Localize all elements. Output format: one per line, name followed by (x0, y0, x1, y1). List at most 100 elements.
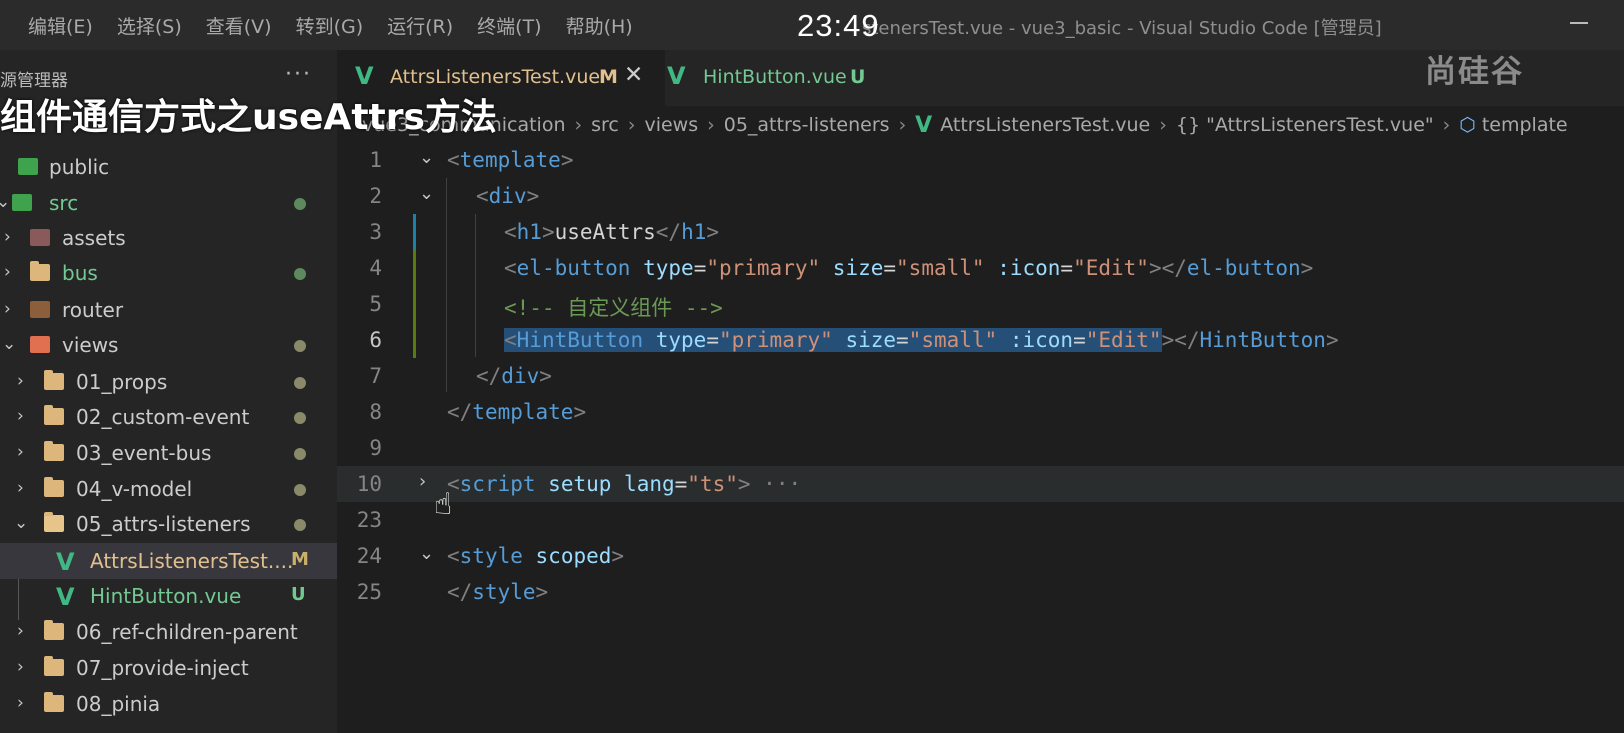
token: setup (548, 472, 612, 496)
tree-item-label: 02_custom-event (76, 405, 250, 429)
tree-item-07-provide-inject[interactable]: › 07_provide-inject (0, 650, 337, 686)
token: < (447, 148, 460, 172)
tree-item-public[interactable]: public (0, 149, 337, 185)
breadcrumb-src[interactable]: src (591, 114, 619, 136)
cube-icon: ⬡ (1459, 114, 1476, 136)
git-status-dot (294, 340, 306, 352)
chevron-down-icon[interactable]: ⌄ (419, 147, 434, 168)
chevron-down-icon: ⌄ (0, 192, 11, 212)
chevron-right-icon: › (4, 227, 11, 247)
token: > (535, 580, 549, 604)
tree-item-01-props[interactable]: › 01_props (0, 364, 337, 400)
token: > (560, 148, 574, 172)
code-line: 2 ⌄ <div> (337, 178, 1624, 214)
token: HintButton (1199, 328, 1326, 352)
line-number: 8 (369, 400, 382, 424)
chevron-right-icon: › (898, 114, 907, 136)
breadcrumb-symbol[interactable]: {} "AttrsListenersTest.vue" (1176, 114, 1434, 136)
chevron-down-icon[interactable]: ⌄ (419, 183, 434, 204)
tree-item-label: AttrsListenersTest.... (90, 549, 294, 573)
token: </ (447, 580, 473, 604)
folder-icon (44, 441, 64, 461)
menu-go[interactable]: 转到(G) (296, 12, 364, 39)
code-line: 1 ⌄ <template> (337, 142, 1624, 178)
tree-item-08-pinia[interactable]: › 08_pinia (0, 686, 337, 722)
tree-item-label: views (62, 333, 119, 357)
menu-edit[interactable]: 编辑(E) (28, 12, 93, 39)
token: "ts" (687, 472, 738, 496)
vue-file-icon: V (667, 62, 686, 90)
folder-assets-icon (30, 229, 50, 246)
tab-label: HintButton.vue (703, 66, 847, 88)
token: = (693, 256, 707, 280)
folded-ellipsis[interactable]: ··· (763, 472, 801, 496)
token: < (504, 328, 517, 352)
line-number: 24 (356, 544, 382, 568)
chevron-down-icon: ⌄ (2, 334, 17, 354)
more-actions-icon[interactable]: ··· (285, 62, 312, 87)
menu-bar: 编辑(E) 选择(S) 查看(V) 转到(G) 运行(R) 终端(T) 帮助(H… (0, 12, 657, 39)
tree-item-views[interactable]: ⌄ views (0, 327, 337, 363)
tree-item-attrs-listeners-test[interactable]: V AttrsListenersTest.... M (0, 543, 337, 579)
tab-hint-button[interactable]: V HintButton.vue U (667, 50, 877, 106)
vue-file-icon: V (915, 112, 933, 138)
chevron-right-icon: › (17, 442, 24, 462)
token: "primary" (706, 256, 821, 280)
chevron-right-icon[interactable]: › (419, 471, 426, 492)
breadcrumb: vue3_communication › src › views › 05_at… (362, 112, 1568, 138)
tree-item-assets[interactable]: › assets (0, 220, 337, 256)
line-number: 9 (369, 436, 382, 460)
token: > (1325, 328, 1339, 352)
chevron-right-icon: › (574, 114, 583, 136)
chevron-right-icon: › (627, 114, 636, 136)
tree-item-02-custom-event[interactable]: › 02_custom-event (0, 399, 337, 435)
minimize-icon[interactable] (1570, 22, 1588, 24)
tree-item-label: src (49, 191, 79, 215)
tree-item-06-ref-children-parent[interactable]: › 06_ref-children-parent (0, 614, 337, 650)
code-line: 8 </template> (337, 394, 1624, 430)
git-status-dot (294, 484, 306, 496)
chevron-down-icon[interactable]: ⌄ (419, 543, 434, 564)
line-number: 3 (369, 220, 382, 244)
breadcrumb-views[interactable]: views (644, 114, 698, 136)
token: </ (476, 364, 502, 388)
menu-terminal[interactable]: 终端(T) (477, 12, 541, 39)
tree-item-05-attrs-listeners[interactable]: ⌄ 05_attrs-listeners (0, 506, 337, 542)
tree-item-03-event-bus[interactable]: › 03_event-bus (0, 435, 337, 471)
tree-item-router[interactable]: › router (0, 292, 337, 328)
vue-file-icon: V (56, 548, 75, 576)
menu-selection[interactable]: 选择(S) (117, 12, 182, 39)
git-status-dot (294, 519, 306, 531)
menu-help[interactable]: 帮助(H) (566, 12, 633, 39)
token: size (845, 328, 897, 352)
tree-item-src[interactable]: ⌄ src (0, 185, 337, 221)
token: > (541, 220, 555, 244)
folder-icon (44, 620, 64, 640)
git-modified-badge: M (599, 66, 618, 88)
breadcrumb-file[interactable]: AttrsListenersTest.vue (940, 114, 1150, 136)
token: </ (447, 400, 473, 424)
tree-item-label: router (62, 298, 124, 322)
breadcrumb-template[interactable]: template (1482, 114, 1568, 136)
breadcrumb-folder[interactable]: 05_attrs-listeners (724, 114, 890, 136)
menu-run[interactable]: 运行(R) (387, 12, 453, 39)
token: "primary" (718, 328, 833, 352)
close-icon[interactable]: ✕ (624, 62, 643, 88)
tree-item-bus[interactable]: › bus (0, 255, 337, 291)
folder-views-icon (30, 336, 50, 353)
token: > (573, 400, 587, 424)
title-bar: 编辑(E) 选择(S) 查看(V) 转到(G) 运行(R) 终端(T) 帮助(H… (0, 0, 1624, 50)
menu-view[interactable]: 查看(V) (206, 12, 272, 39)
token: "Edit" (1085, 328, 1162, 352)
line-number: 2 (369, 184, 382, 208)
git-status-dot (294, 268, 306, 280)
folder-icon (44, 405, 64, 425)
chevron-right-icon: › (4, 262, 11, 282)
chevron-right-icon: › (4, 299, 11, 319)
token: > (1300, 256, 1314, 280)
git-status-dot (294, 198, 306, 210)
code-editor[interactable]: 1 ⌄ <template> 2 ⌄ <div> 3 <h1>useAttrs<… (337, 142, 1624, 733)
git-untracked-badge: U (850, 66, 866, 88)
tree-item-04-v-model[interactable]: › 04_v-model (0, 471, 337, 507)
tree-item-hint-button[interactable]: V HintButton.vue U (0, 578, 337, 614)
